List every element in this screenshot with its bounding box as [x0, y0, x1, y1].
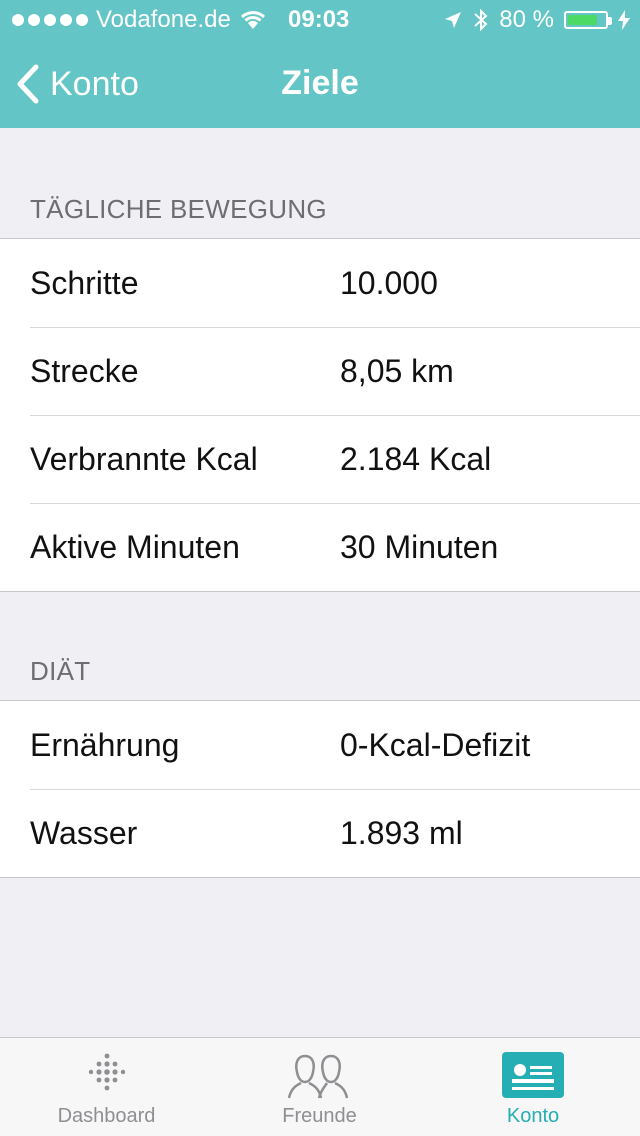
row-label: Strecke [30, 352, 139, 389]
header: Vodafone.de 09:03 80 % Konto Ziele [0, 0, 640, 128]
carrier-label: Vodafone.de [96, 6, 231, 33]
clock: 09:03 [288, 6, 350, 33]
charging-bolt-icon [618, 10, 630, 30]
goal-row-nutrition[interactable]: Ernährung 0-Kcal-Defizit [0, 701, 640, 789]
row-value: 1.893 ml [340, 814, 463, 851]
wifi-icon [240, 11, 265, 29]
diet-group: Ernährung 0-Kcal-Defizit Wasser 1.893 ml [0, 700, 640, 878]
row-value: 10.000 [340, 264, 438, 301]
tab-friends[interactable]: Freunde [213, 1038, 426, 1136]
goal-row-distance[interactable]: Strecke 8,05 km [0, 327, 640, 415]
battery-icon [564, 11, 612, 29]
bluetooth-icon [474, 8, 488, 32]
battery-percent: 80 % [499, 6, 554, 33]
section-title-daily-activity: TÄGLICHE BEWEGUNG [30, 194, 327, 224]
tab-dashboard[interactable]: Dashboard [0, 1038, 213, 1136]
account-card-icon [502, 1052, 564, 1098]
row-value: 30 Minuten [340, 528, 499, 565]
tab-label: Konto [506, 1105, 560, 1127]
row-label: Schritte [30, 264, 139, 301]
row-label: Ernährung [30, 726, 180, 763]
row-label: Verbrannte Kcal [30, 440, 258, 477]
page-title: Ziele [281, 64, 359, 102]
tab-label: Dashboard [57, 1105, 156, 1127]
goal-row-water[interactable]: Wasser 1.893 ml [0, 789, 640, 877]
row-label: Wasser [30, 814, 138, 851]
location-arrow-icon [445, 12, 462, 28]
goal-row-calories[interactable]: Verbrannte Kcal 2.184 Kcal [0, 415, 640, 503]
daily-activity-group: Schritte 10.000 Strecke 8,05 km Verbrann… [0, 238, 640, 592]
row-label: Aktive Minuten [30, 528, 240, 565]
dashboard-dots-icon [88, 1053, 125, 1091]
signal-dots-icon [12, 14, 88, 26]
row-value: 0-Kcal-Defizit [340, 726, 531, 763]
navigation-bar: Konto Ziele [0, 40, 640, 128]
goal-row-steps[interactable]: Schritte 10.000 [0, 239, 640, 327]
friends-icon [287, 1054, 348, 1099]
status-bar: Vodafone.de 09:03 80 % [0, 0, 640, 40]
tab-bar: Dashboard Freunde Konto [0, 1037, 640, 1136]
goal-row-active-minutes[interactable]: Aktive Minuten 30 Minuten [0, 503, 640, 591]
section-title-diet: DIÄT [30, 656, 91, 686]
row-value: 8,05 km [340, 352, 454, 389]
tab-label: Freunde [282, 1105, 357, 1127]
row-value: 2.184 Kcal [340, 440, 492, 477]
tab-account[interactable]: Konto [426, 1038, 640, 1136]
